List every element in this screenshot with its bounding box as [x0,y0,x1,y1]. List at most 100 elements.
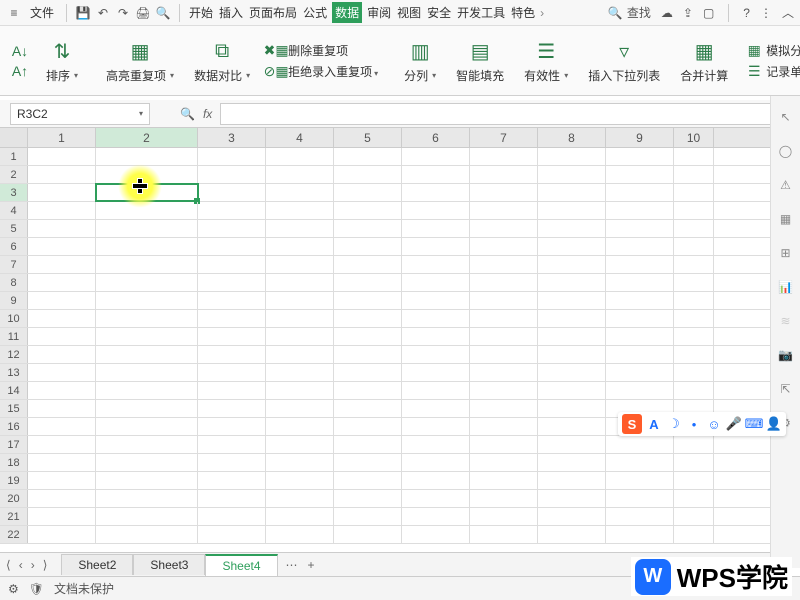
cell[interactable] [538,382,606,399]
row-header[interactable]: 1 [0,148,28,165]
cell[interactable] [28,292,96,309]
cell[interactable] [96,454,198,471]
apps-icon[interactable]: ⊞ [777,244,795,262]
cell[interactable] [266,166,334,183]
cell[interactable] [334,364,402,381]
chart-icon[interactable]: 📊 [777,278,795,296]
cell[interactable] [96,526,198,543]
cell[interactable] [266,256,334,273]
cell[interactable] [96,148,198,165]
tab-developer[interactable]: 开发工具 [456,2,506,23]
row-header[interactable]: 20 [0,490,28,507]
tab-start[interactable]: 开始 [188,2,214,23]
sort-asc-button[interactable]: A↓ [12,43,28,59]
cell[interactable] [606,148,674,165]
tab-view[interactable]: 视图 [396,2,422,23]
cell[interactable] [674,436,714,453]
cell[interactable] [538,274,606,291]
cell[interactable] [266,274,334,291]
cell[interactable] [334,418,402,435]
cell[interactable] [538,454,606,471]
col-header[interactable]: 3 [198,128,266,147]
cell[interactable] [606,490,674,507]
cell[interactable] [28,328,96,345]
cell[interactable] [470,202,538,219]
cell[interactable] [266,202,334,219]
settings-icon[interactable]: ⚙ [8,582,19,596]
col-header[interactable]: 1 [28,128,96,147]
cell[interactable] [538,310,606,327]
col-header[interactable]: 5 [334,128,402,147]
cell[interactable] [606,292,674,309]
cell[interactable] [28,238,96,255]
row-header[interactable]: 13 [0,364,28,381]
row-header[interactable]: 3 [0,184,28,201]
cell[interactable] [198,454,266,471]
cell[interactable] [96,508,198,525]
cell[interactable] [402,166,470,183]
cell[interactable] [28,490,96,507]
sheet-more-icon[interactable]: ⋯ [286,558,298,572]
cell[interactable] [674,364,714,381]
cell[interactable] [28,526,96,543]
cell[interactable] [334,238,402,255]
cell[interactable] [402,508,470,525]
cell[interactable] [96,436,198,453]
cell[interactable] [198,400,266,417]
select-all-corner[interactable] [0,128,28,147]
more-icon[interactable]: ⋮ [760,6,772,20]
row-header[interactable]: 16 [0,418,28,435]
ime-keyboard-icon[interactable]: ⌨ [746,416,762,432]
cell[interactable] [198,310,266,327]
cell[interactable] [198,292,266,309]
cell[interactable] [198,328,266,345]
sheet-next-icon[interactable]: › [31,558,35,572]
collapse-ribbon-icon[interactable]: ︿ [782,4,794,21]
cell[interactable] [470,238,538,255]
cell[interactable] [96,418,198,435]
cell[interactable] [198,526,266,543]
cell[interactable] [334,292,402,309]
cell[interactable] [28,364,96,381]
cell[interactable] [606,310,674,327]
cell[interactable] [470,526,538,543]
ime-mode[interactable]: A [646,416,662,432]
row-header[interactable]: 14 [0,382,28,399]
col-header[interactable]: 10 [674,128,714,147]
cell[interactable] [334,328,402,345]
tab-features[interactable]: 特色 [510,2,536,23]
cell[interactable] [470,364,538,381]
cell[interactable] [266,364,334,381]
cell[interactable] [402,346,470,363]
cell[interactable] [96,166,198,183]
ime-moon-icon[interactable]: ☽ [666,416,682,432]
cell[interactable] [470,472,538,489]
cell[interactable] [470,256,538,273]
cell[interactable] [674,148,714,165]
cell[interactable] [198,382,266,399]
cell[interactable] [606,166,674,183]
cell[interactable] [402,472,470,489]
cell[interactable] [96,202,198,219]
cell[interactable] [28,274,96,291]
cell[interactable] [402,526,470,543]
row-header[interactable]: 18 [0,454,28,471]
cell[interactable] [402,418,470,435]
cell[interactable] [334,274,402,291]
ime-floating-bar[interactable]: S A ☽ • ☺ 🎤 ⌨ 👤 [618,412,786,436]
sheet-tab[interactable]: Sheet2 [61,554,133,575]
cell[interactable] [402,454,470,471]
cell[interactable] [606,346,674,363]
formula-input[interactable] [220,103,790,125]
row-header[interactable]: 9 [0,292,28,309]
cell[interactable] [96,400,198,417]
cell[interactable] [470,346,538,363]
row-header[interactable]: 21 [0,508,28,525]
cell[interactable] [402,310,470,327]
cell[interactable] [198,202,266,219]
cell[interactable] [28,148,96,165]
cell[interactable] [538,166,606,183]
validation-button[interactable]: ☰ 有效性▾ [518,37,574,84]
tab-page-layout[interactable]: 页面布局 [248,2,298,23]
cell[interactable] [674,184,714,201]
